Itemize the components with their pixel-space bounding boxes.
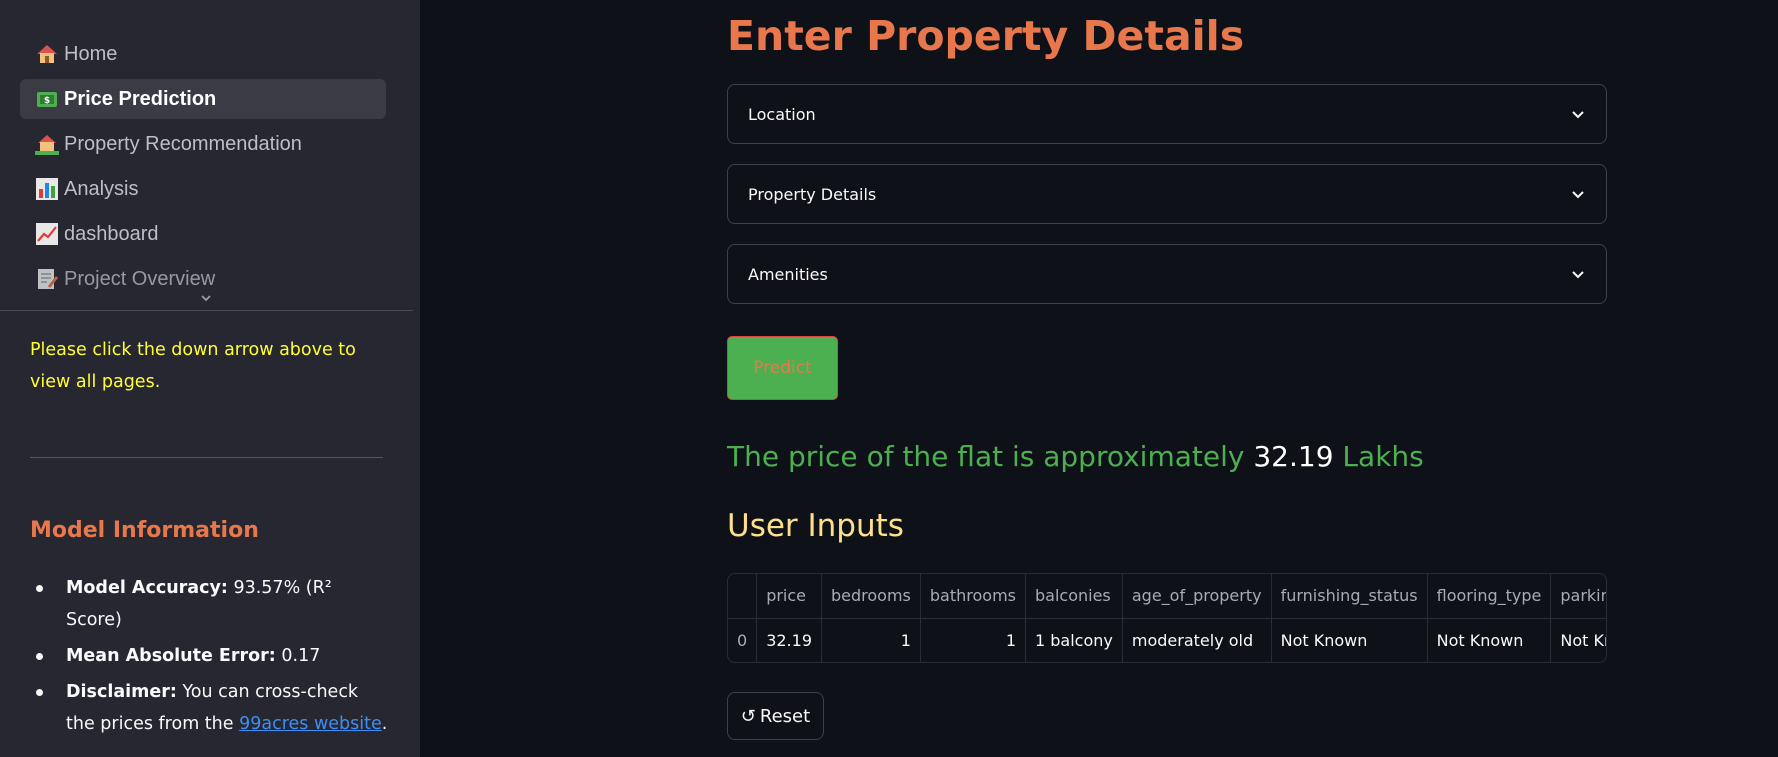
sidebar-item-label: Price Prediction bbox=[64, 87, 217, 110]
column-header-bedrooms[interactable]: bedrooms bbox=[821, 574, 921, 619]
sidebar-item-dashboard[interactable]: dashboard bbox=[20, 214, 386, 254]
table-cell[interactable]: Not Known bbox=[1427, 618, 1552, 662]
disclaimer-end: . bbox=[381, 714, 388, 734]
result-value: 32.19 bbox=[1253, 440, 1334, 473]
predict-button[interactable]: Predict bbox=[727, 336, 838, 400]
model-accuracy-label: Model Accuracy: bbox=[66, 578, 228, 598]
page-title: Enter Property Details bbox=[727, 12, 1245, 60]
sidebar: Home $ Price Prediction Property Recomme… bbox=[0, 0, 420, 757]
sidebar-note: Please click the down arrow above to vie… bbox=[30, 340, 356, 392]
list-item: Mean Absolute Error: 0.17 bbox=[30, 640, 390, 672]
reset-label: Reset bbox=[759, 705, 811, 727]
column-header-age-of-property[interactable]: age_of_property bbox=[1122, 574, 1272, 619]
svg-text:$: $ bbox=[44, 96, 50, 106]
expander-label: Location bbox=[748, 104, 816, 124]
table-cell[interactable]: 1 bbox=[920, 618, 1027, 662]
result-prefix: The price of the flat is approximately bbox=[727, 440, 1254, 473]
location-expander[interactable]: Location bbox=[727, 84, 1607, 144]
reset-button[interactable]: ↺ Reset bbox=[727, 692, 824, 740]
expander-label: Amenities bbox=[748, 264, 828, 284]
sidebar-item-label: Project Overview bbox=[64, 267, 216, 290]
table-cell[interactable]: 32.19 bbox=[756, 618, 822, 662]
chart-increasing-icon bbox=[34, 221, 60, 247]
sidebar-item-price-prediction[interactable]: $ Price Prediction bbox=[20, 79, 386, 119]
sidebar-item-label: Property Recommendation bbox=[64, 132, 302, 155]
chevron-down-icon bbox=[1570, 185, 1586, 204]
sidebar-item-analysis[interactable]: Analysis bbox=[20, 169, 386, 209]
sidebar-item-label: dashboard bbox=[64, 222, 159, 245]
list-item: Disclaimer: You can cross-check the pric… bbox=[30, 676, 390, 740]
money-icon: $ bbox=[34, 86, 60, 112]
result-suffix: Lakhs bbox=[1333, 440, 1424, 473]
column-header-balconies[interactable]: balconies bbox=[1025, 574, 1123, 619]
chevron-down-icon bbox=[1570, 105, 1586, 124]
table-cell[interactable]: Not Known bbox=[1550, 618, 1606, 662]
column-header-flooring-type[interactable]: flooring_type bbox=[1427, 574, 1552, 619]
sidebar-item-label: Home bbox=[64, 42, 118, 65]
99acres-link[interactable]: 99acres website bbox=[239, 714, 382, 734]
amenities-expander[interactable]: Amenities bbox=[727, 244, 1607, 304]
memo-icon bbox=[34, 266, 60, 292]
table-cell: 0 bbox=[728, 618, 758, 662]
user-inputs-heading: User Inputs bbox=[727, 508, 904, 544]
reset-icon: ↺ bbox=[740, 705, 756, 727]
prediction-result: The price of the flat is approximately 3… bbox=[727, 440, 1424, 473]
house-icon bbox=[34, 41, 60, 67]
table-row: 0 32.19 1 1 1 balcony moderately old Not… bbox=[728, 618, 1606, 662]
sidebar-separator bbox=[30, 457, 383, 458]
table-cell[interactable]: 1 bbox=[821, 618, 921, 662]
house-garden-icon bbox=[34, 131, 60, 157]
chevron-down-icon[interactable] bbox=[198, 291, 214, 305]
mae-label: Mean Absolute Error: bbox=[66, 646, 276, 666]
bar-chart-icon bbox=[34, 176, 60, 202]
sidebar-divider bbox=[0, 310, 413, 311]
sidebar-item-property-recommendation[interactable]: Property Recommendation bbox=[20, 124, 386, 164]
disclaimer-label: Disclaimer: bbox=[66, 682, 177, 702]
table-cell[interactable]: Not Known bbox=[1271, 618, 1428, 662]
expander-label: Property Details bbox=[748, 184, 877, 204]
column-header-index bbox=[728, 574, 758, 619]
chevron-down-icon bbox=[1570, 265, 1586, 284]
table-cell[interactable]: moderately old bbox=[1122, 618, 1272, 662]
table-cell[interactable]: 1 balcony bbox=[1025, 618, 1123, 662]
column-header-price[interactable]: price bbox=[756, 574, 822, 619]
model-info-list: Model Accuracy: 93.57% (R² Score) Mean A… bbox=[30, 572, 390, 744]
sidebar-item-label: Analysis bbox=[64, 177, 139, 200]
list-item: Model Accuracy: 93.57% (R² Score) bbox=[30, 572, 390, 636]
user-inputs-table[interactable]: price bedrooms bathrooms balconies age_o… bbox=[727, 573, 1607, 663]
table-header-row: price bedrooms bathrooms balconies age_o… bbox=[728, 574, 1606, 619]
sidebar-nav: Home $ Price Prediction Property Recomme… bbox=[20, 34, 386, 304]
column-header-furnishing-status[interactable]: furnishing_status bbox=[1271, 574, 1428, 619]
property-details-expander[interactable]: Property Details bbox=[727, 164, 1607, 224]
column-header-parking[interactable]: parking bbox=[1550, 574, 1606, 619]
sidebar-item-home[interactable]: Home bbox=[20, 34, 386, 74]
model-info-heading: Model Information bbox=[30, 518, 259, 543]
mae-value: 0.17 bbox=[275, 646, 321, 666]
column-header-bathrooms[interactable]: bathrooms bbox=[920, 574, 1027, 619]
